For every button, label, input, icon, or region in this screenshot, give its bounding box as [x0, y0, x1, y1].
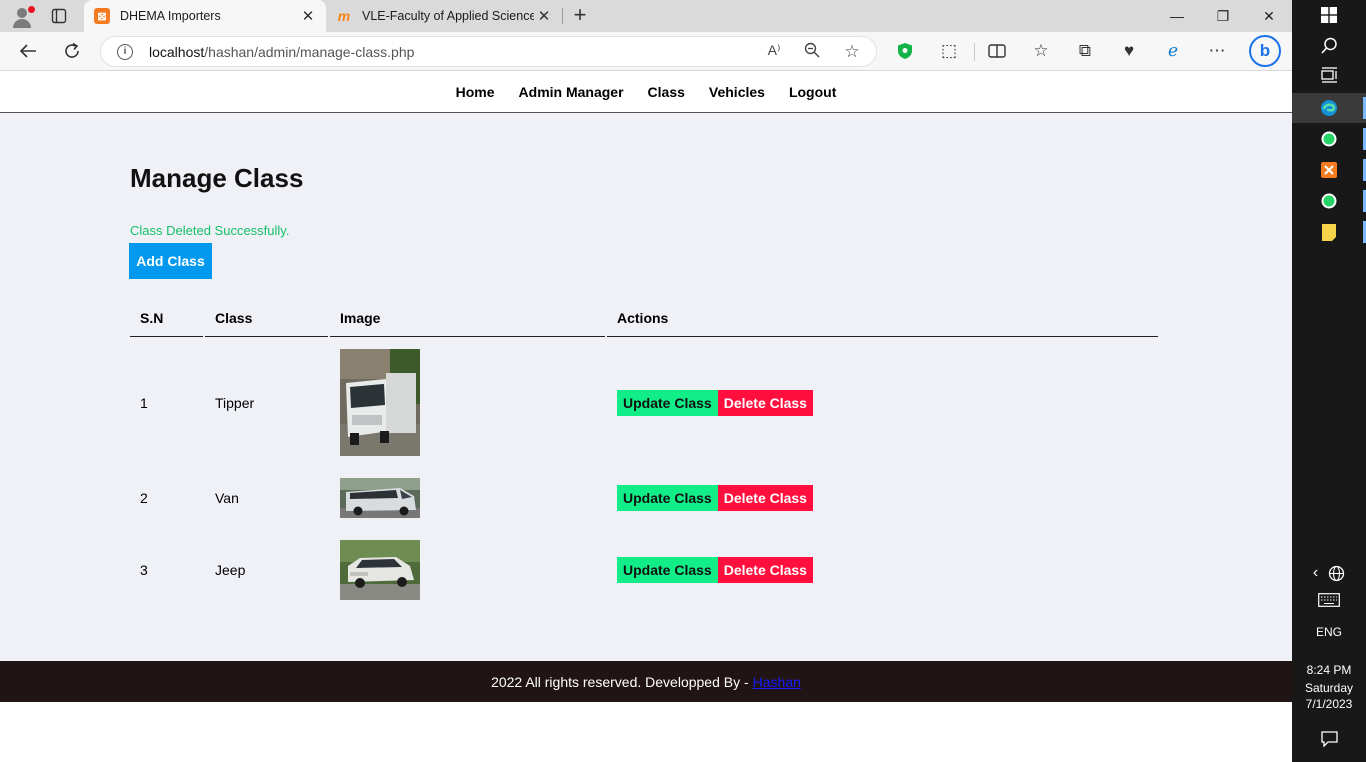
- edge-share-icon[interactable]: ℯ: [1158, 37, 1188, 65]
- system-tray: ‹: [1292, 558, 1366, 588]
- cell-class: Tipper: [215, 394, 255, 411]
- footer-text: 2022 All rights reserved. Developped By …: [491, 673, 749, 690]
- new-tab-button[interactable]: +: [568, 4, 592, 28]
- cell-class: Van: [215, 490, 239, 506]
- windows-taskbar: ‹ ENG 8:24 PM Saturday 7/1/2023: [1292, 0, 1366, 762]
- back-button[interactable]: [13, 37, 43, 65]
- split-screen-icon[interactable]: [982, 37, 1012, 65]
- browser-tab-bar: ⊠ DHEMA Importers ✕ m VLE-Faculty of App…: [0, 0, 1292, 32]
- read-aloud-icon[interactable]: A⁾: [763, 42, 785, 62]
- column-header-class: Class: [205, 299, 328, 337]
- touch-keyboard-icon[interactable]: [1292, 585, 1366, 615]
- page-footer: 2022 All rights reserved. Developped By …: [0, 661, 1292, 702]
- cell-sn: 1: [140, 394, 148, 411]
- table-row: 2 Van Update Class Delete Class: [130, 468, 1158, 528]
- tab-vle-faculty[interactable]: m VLE-Faculty of Applied Science: L ✕: [326, 0, 562, 32]
- extensions-icon[interactable]: ⬚: [934, 37, 964, 65]
- van-photo: [340, 478, 420, 518]
- favorites-icon[interactable]: ☆: [1026, 37, 1056, 65]
- cell-image: [330, 468, 605, 528]
- update-class-button[interactable]: Update Class: [617, 485, 718, 511]
- cell-actions: Update Class Delete Class: [607, 528, 1158, 612]
- table-header-row: S.N Class Image Actions: [130, 299, 1158, 337]
- cell-sn: 3: [140, 562, 148, 578]
- profile-avatar-icon[interactable]: [10, 5, 35, 29]
- table-row: 3 Jeep Update Class Delete Class: [130, 528, 1158, 612]
- add-class-button[interactable]: Add Class: [129, 243, 212, 279]
- toolbar-divider: [974, 43, 975, 61]
- zoom-icon[interactable]: [801, 42, 823, 62]
- clock-date[interactable]: 7/1/2023: [1292, 697, 1366, 711]
- xampp-icon: ⊠: [94, 8, 110, 24]
- clock-day[interactable]: Saturday: [1292, 681, 1366, 695]
- url-text[interactable]: localhost/hashan/admin/manage-class.php: [149, 44, 414, 60]
- favorite-star-icon[interactable]: ☆: [841, 42, 863, 62]
- language-indicator[interactable]: ENG: [1292, 625, 1366, 639]
- address-bar[interactable]: i localhost/hashan/admin/manage-class.ph…: [100, 36, 877, 67]
- tab-divider: [562, 8, 563, 24]
- start-button[interactable]: [1292, 0, 1366, 30]
- cell-actions: Update Class Delete Class: [607, 468, 1158, 528]
- delete-class-button[interactable]: Delete Class: [717, 557, 813, 583]
- minimize-button[interactable]: —: [1154, 0, 1200, 32]
- close-window-button[interactable]: ✕: [1246, 0, 1292, 32]
- tipper-truck-photo: [340, 349, 420, 456]
- delete-class-button[interactable]: Delete Class: [717, 389, 813, 416]
- network-globe-icon[interactable]: [1328, 565, 1345, 582]
- notifications-icon[interactable]: [1292, 724, 1366, 754]
- column-header-image: Image: [330, 299, 605, 337]
- main-content: Manage Class Class Deleted Successfully.…: [0, 113, 1292, 661]
- refresh-button[interactable]: [57, 37, 87, 65]
- success-message: Class Deleted Successfully.: [130, 223, 290, 238]
- browser-essentials-icon[interactable]: ♥: [1114, 37, 1144, 65]
- close-tab-icon[interactable]: ✕: [298, 6, 318, 26]
- close-tab-icon[interactable]: ✕: [534, 6, 554, 26]
- cell-image: [330, 528, 605, 612]
- nav-admin-manager[interactable]: Admin Manager: [519, 84, 624, 100]
- column-header-sn: S.N: [130, 299, 203, 337]
- tab-title: DHEMA Importers: [120, 9, 221, 23]
- jeep-photo: [340, 540, 420, 600]
- bing-chat-icon[interactable]: b: [1249, 35, 1281, 67]
- cell-sn: 2: [140, 490, 148, 506]
- update-class-button[interactable]: Update Class: [617, 389, 718, 416]
- search-icon[interactable]: [1292, 30, 1366, 60]
- class-table: S.N Class Image Actions 1 Tipper Update …: [128, 299, 1160, 612]
- whatsapp-taskbar-icon-2[interactable]: [1292, 186, 1366, 216]
- column-header-actions: Actions: [607, 299, 1158, 337]
- nav-home[interactable]: Home: [456, 84, 495, 100]
- clock-time[interactable]: 8:24 PM: [1292, 663, 1366, 677]
- chevron-left-icon[interactable]: ‹: [1313, 564, 1318, 582]
- cell-class: Jeep: [215, 562, 246, 578]
- collections-icon[interactable]: ⧉: [1070, 37, 1100, 65]
- page-title: Manage Class: [130, 163, 304, 193]
- shield-extension-icon[interactable]: [890, 37, 920, 65]
- main-navigation: Home Admin Manager Class Vehicles Logout: [0, 71, 1292, 113]
- tab-actions-icon[interactable]: [50, 7, 68, 25]
- table-row: 1 Tipper Update Class Delete Class: [130, 337, 1158, 468]
- more-menu-icon[interactable]: ⋯: [1202, 37, 1232, 65]
- update-class-button[interactable]: Update Class: [617, 557, 718, 583]
- moodle-icon: m: [337, 8, 351, 24]
- nav-vehicles[interactable]: Vehicles: [709, 84, 765, 100]
- nav-class[interactable]: Class: [648, 84, 685, 100]
- footer-author-link[interactable]: Hashan: [753, 674, 801, 690]
- browser-toolbar: i localhost/hashan/admin/manage-class.ph…: [0, 32, 1292, 71]
- whatsapp-taskbar-icon[interactable]: [1292, 124, 1366, 154]
- sticky-notes-taskbar-icon[interactable]: [1292, 217, 1366, 247]
- nav-logout[interactable]: Logout: [789, 84, 836, 100]
- task-view-icon[interactable]: [1292, 60, 1366, 90]
- page-viewport: Home Admin Manager Class Vehicles Logout…: [0, 71, 1292, 762]
- xampp-taskbar-icon[interactable]: [1292, 155, 1366, 185]
- tab-title: VLE-Faculty of Applied Science: L: [362, 9, 534, 23]
- cell-actions: Update Class Delete Class: [607, 337, 1158, 468]
- cell-image: [330, 337, 605, 468]
- edge-taskbar-icon[interactable]: [1292, 93, 1366, 123]
- site-info-icon[interactable]: i: [117, 44, 133, 60]
- delete-class-button[interactable]: Delete Class: [717, 485, 813, 511]
- tab-dhema-importers[interactable]: ⊠ DHEMA Importers ✕: [84, 0, 326, 32]
- restore-button[interactable]: ❐: [1200, 0, 1246, 32]
